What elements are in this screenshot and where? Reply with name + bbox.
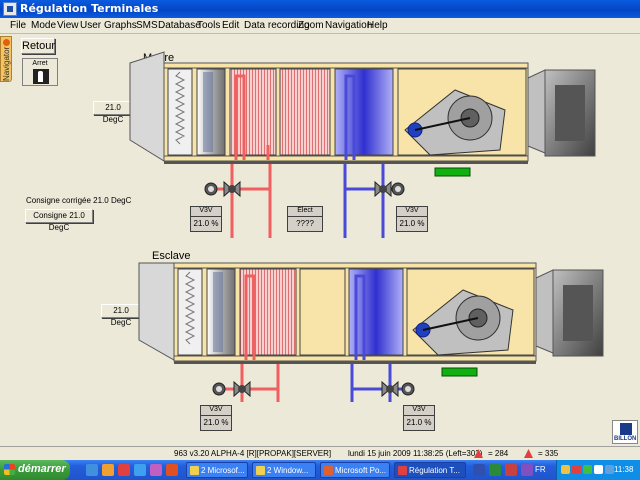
- task-icon: [324, 466, 333, 475]
- status-count-b: = 335: [538, 449, 559, 458]
- slave-valve-left-icon[interactable]: [212, 380, 278, 398]
- start-button[interactable]: démarrer: [0, 460, 70, 480]
- task-label: 2 Microsof...: [201, 466, 245, 475]
- slave-heating-coil: [239, 268, 297, 356]
- slave-valve-left-value: 21.0 %: [203, 418, 229, 427]
- task-microsoft[interactable]: 2 Microsof...: [186, 462, 248, 478]
- alarm-down-icon[interactable]: [524, 449, 533, 458]
- excel-icon[interactable]: [489, 464, 501, 476]
- task-label: Microsoft Po...: [335, 466, 387, 475]
- master-valve-right-name: V3V: [397, 207, 427, 217]
- master-heating-coil-2: [279, 68, 331, 156]
- status-bar: 963 v3.20 ALPHA-4 [R][PROPAK][SERVER] lu…: [0, 446, 640, 460]
- status-count-a: = 284: [488, 449, 509, 458]
- slave-unit: [138, 262, 604, 402]
- quicklaunch-other-icon[interactable]: [150, 464, 162, 476]
- task-regulation[interactable]: Régulation T...: [394, 462, 466, 478]
- clock: 11:38: [614, 465, 634, 474]
- quicklaunch-app-icon[interactable]: [102, 464, 114, 476]
- master-valve-left-value: 21.0 %: [193, 219, 219, 228]
- pdf-icon[interactable]: [505, 464, 517, 476]
- master-cooling-coil: [334, 68, 394, 156]
- slave-valve-left-name: V3V: [201, 406, 231, 416]
- master-run-indicator: [434, 167, 471, 177]
- word-icon[interactable]: [473, 464, 485, 476]
- master-valve-right-icon[interactable]: [345, 180, 405, 198]
- quicklaunch-desktop-icon[interactable]: [134, 464, 146, 476]
- task-label: Régulation T...: [409, 466, 460, 475]
- task-icon: [398, 466, 407, 475]
- windows-logo-icon: [4, 464, 15, 475]
- slave-empty-section: [299, 268, 346, 356]
- tray-icon-4[interactable]: [594, 465, 603, 474]
- task-icon: [256, 466, 265, 475]
- status-datetime: lundi 15 juin 2009 11:38:25 (Left=303): [348, 449, 483, 458]
- master-elect-value: ????: [296, 219, 314, 228]
- master-valve-right-value: 21.0 %: [399, 219, 425, 228]
- master-valve-left-icon[interactable]: [204, 180, 270, 198]
- language-indicator[interactable]: FR: [535, 465, 546, 474]
- billon-mark-icon: [620, 423, 632, 435]
- quicklaunch-firefox-icon[interactable]: [166, 464, 178, 476]
- app-window: Régulation Terminales File Mode View Use…: [0, 0, 640, 480]
- slave-run-indicator: [441, 367, 478, 377]
- tray-icon-5[interactable]: [605, 465, 614, 474]
- slave-valve-right-icon[interactable]: [352, 380, 415, 398]
- task-label: 2 Window...: [267, 466, 309, 475]
- slave-valve-right-box[interactable]: V3V 21.0 %: [403, 405, 435, 431]
- master-valve-left-name: V3V: [191, 207, 221, 217]
- quicklaunch-ie-icon[interactable]: [86, 464, 98, 476]
- master-elect-name: Elect: [288, 207, 322, 217]
- master-elect-box[interactable]: Elect ????: [287, 206, 323, 232]
- app-icon-extra[interactable]: [521, 464, 533, 476]
- task-powerpoint[interactable]: Microsoft Po...: [320, 462, 390, 478]
- master-valve-right-box[interactable]: V3V 21.0 %: [396, 206, 428, 232]
- task-icon: [190, 466, 199, 475]
- tray-icon-2[interactable]: [572, 465, 581, 474]
- tray-icon-3[interactable]: [583, 465, 592, 474]
- master-valve-left-box[interactable]: V3V 21.0 %: [190, 206, 222, 232]
- task-windows[interactable]: 2 Window...: [252, 462, 316, 478]
- status-version: 963 v3.20 ALPHA-4 [R][PROPAK][SERVER]: [174, 449, 332, 458]
- quicklaunch-media-icon[interactable]: [118, 464, 130, 476]
- slave-valve-left-box[interactable]: V3V 21.0 %: [200, 405, 232, 431]
- tray-icon-1[interactable]: [561, 465, 570, 474]
- billon-logo: BILLON: [612, 420, 638, 444]
- taskbar: démarrer 2 Microsof... 2 Window... Micro…: [0, 460, 640, 480]
- slave-valve-right-name: V3V: [404, 406, 434, 416]
- billon-label: BILLON: [614, 436, 637, 442]
- slave-valve-right-value: 21.0 %: [406, 418, 432, 427]
- start-label: démarrer: [18, 463, 66, 475]
